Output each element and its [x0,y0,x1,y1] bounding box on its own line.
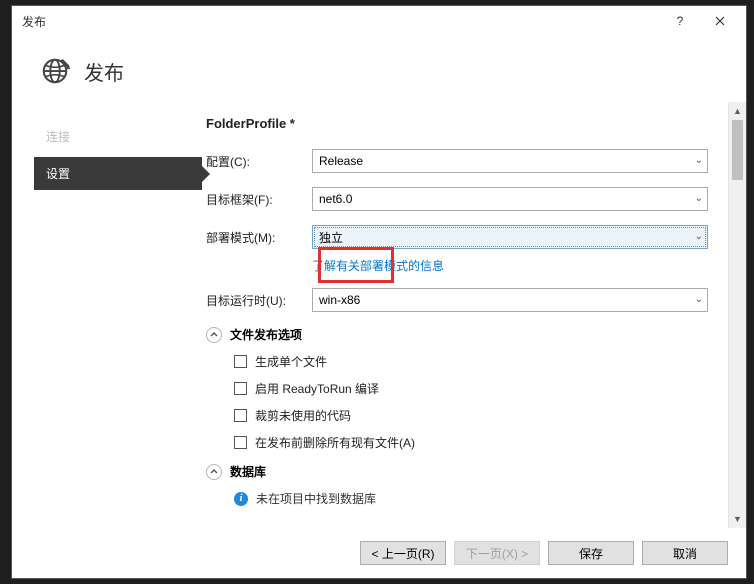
section-database: 数据库 [206,463,708,480]
dialog-title: 发布 [84,57,124,86]
section-file-options-title: 文件发布选项 [230,326,302,343]
check-trim[interactable]: 裁剪未使用的代码 [234,407,708,424]
label-runtime: 目标运行时(U): [206,292,312,309]
expander-toggle[interactable] [206,464,222,480]
info-icon: i [234,492,248,506]
checkbox-icon [234,409,247,422]
row-deploy-mode: 部署模式(M): 独立 ⌄ [206,225,708,249]
check-readytorun[interactable]: 启用 ReadyToRun 编译 [234,380,708,397]
chevron-down-icon: ⌄ [695,156,703,166]
combo-deploy-mode[interactable]: 独立 ⌄ [312,225,708,249]
combo-runtime[interactable]: win-x86 ⌄ [312,288,708,312]
scrollbar-track[interactable] [729,180,746,510]
expander-toggle[interactable] [206,327,222,343]
check-single-file[interactable]: 生成单个文件 [234,353,708,370]
chevron-down-icon: ⌄ [695,194,703,204]
combo-config[interactable]: Release ⌄ [312,149,708,173]
dialog-header: 发布 [12,36,746,102]
chevron-down-icon: ⌄ [695,295,703,305]
save-button[interactable]: 保存 [548,541,634,565]
combo-runtime-value: win-x86 [319,293,360,307]
scroll-down-arrow-icon[interactable]: ▼ [729,510,746,528]
chevron-up-icon [210,468,218,476]
window-title: 发布 [22,13,660,30]
checkbox-icon [234,436,247,449]
help-button[interactable]: ? [660,7,700,35]
deploy-mode-info-link[interactable]: 了解有关部署模式的信息 [312,257,708,274]
combo-framework-value: net6.0 [319,192,352,206]
publish-dialog: 发布 ? 发布 连接 设置 FolderProfile * 配置(C): [11,5,747,579]
prev-button[interactable]: < 上一页(R) [360,541,446,565]
db-message: 未在项目中找到数据库 [256,490,376,507]
check-label: 生成单个文件 [255,353,327,370]
next-button: 下一页(X) > [454,541,540,565]
check-delete-existing[interactable]: 在发布前删除所有现有文件(A) [234,434,708,451]
cancel-button[interactable]: 取消 [642,541,728,565]
combo-config-value: Release [319,154,363,168]
chevron-up-icon [210,331,218,339]
sidebar: 连接 设置 [34,102,202,528]
checkbox-icon [234,355,247,368]
row-config: 配置(C): Release ⌄ [206,149,708,173]
profile-title: FolderProfile * [206,102,708,149]
check-label: 启用 ReadyToRun 编译 [255,380,379,397]
content-area: FolderProfile * 配置(C): Release ⌄ 目标框架(F)… [202,102,746,528]
dialog-body: 连接 设置 FolderProfile * 配置(C): Release ⌄ 目… [12,102,746,528]
checkbox-icon [234,382,247,395]
section-file-options: 文件发布选项 [206,326,708,343]
check-label: 在发布前删除所有现有文件(A) [255,434,415,451]
label-config: 配置(C): [206,153,312,170]
row-framework: 目标框架(F): net6.0 ⌄ [206,187,708,211]
scroll-up-arrow-icon[interactable]: ▲ [729,102,746,120]
scrollbar-thumb[interactable] [732,120,743,180]
chevron-down-icon: ⌄ [695,232,703,242]
file-options-list: 生成单个文件 启用 ReadyToRun 编译 裁剪未使用的代码 在发布前删除所… [206,353,708,451]
globe-icon [40,56,70,86]
db-message-row: i 未在项目中找到数据库 [206,490,708,507]
close-button[interactable] [700,7,740,35]
row-runtime: 目标运行时(U): win-x86 ⌄ [206,288,708,312]
combo-deploy-mode-value: 独立 [319,229,343,246]
label-deploy-mode: 部署模式(M): [206,229,312,246]
sidebar-item-connect[interactable]: 连接 [34,120,202,153]
close-icon [715,16,725,26]
label-framework: 目标框架(F): [206,191,312,208]
combo-framework[interactable]: net6.0 ⌄ [312,187,708,211]
dialog-footer: < 上一页(R) 下一页(X) > 保存 取消 [12,528,746,578]
titlebar: 发布 ? [12,6,746,36]
vertical-scrollbar[interactable]: ▲ ▼ [728,102,746,528]
check-label: 裁剪未使用的代码 [255,407,351,424]
sidebar-item-settings[interactable]: 设置 [34,157,202,190]
section-database-title: 数据库 [230,463,266,480]
